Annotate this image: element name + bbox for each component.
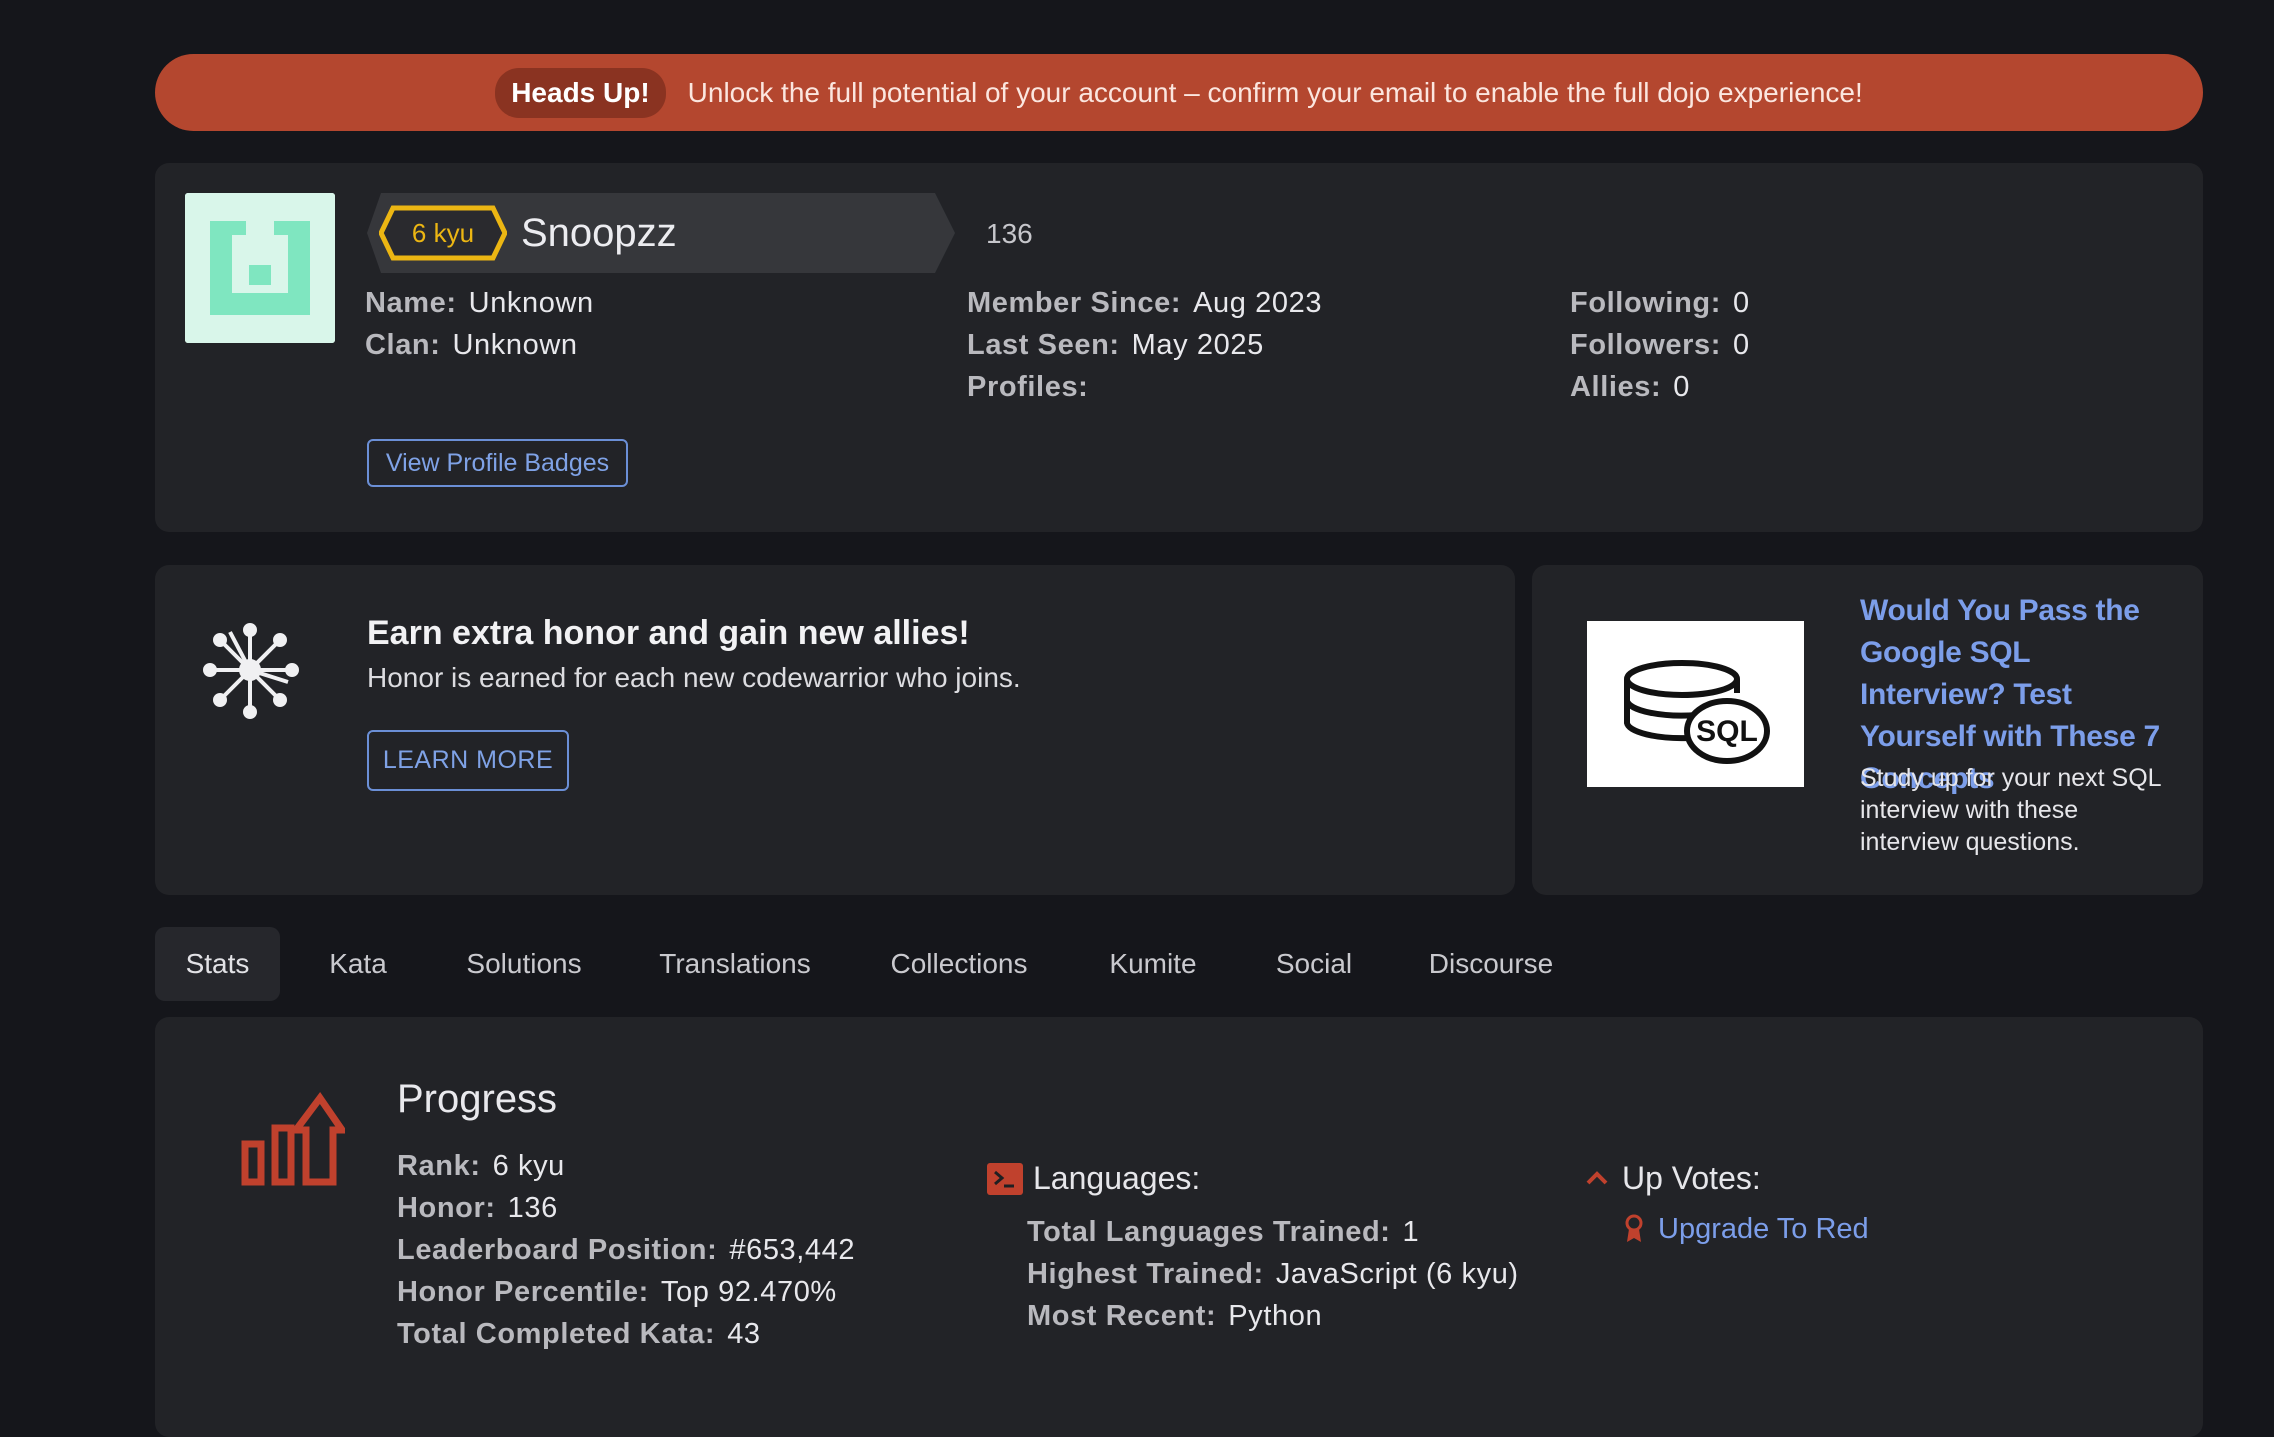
tab-solutions[interactable]: Solutions bbox=[452, 927, 596, 1001]
svg-text:SQL: SQL bbox=[1696, 715, 1758, 748]
honor-count: 136 bbox=[986, 218, 1033, 249]
info-row-profiles: Profiles: bbox=[967, 371, 1089, 403]
info-row-followers[interactable]: Followers: 0 bbox=[1570, 324, 1750, 366]
progress-row-leaderboard: Leaderboard Position: #653,442 bbox=[397, 1234, 856, 1266]
network-icon bbox=[200, 620, 300, 725]
user-name-banner: 6 kyu Snoopzz bbox=[367, 193, 955, 273]
info-row-member-since: Member Since: Aug 2023 bbox=[967, 287, 1323, 319]
rank-badge: 6 kyu bbox=[379, 205, 507, 261]
upgrade-to-red-link[interactable]: Upgrade To Red bbox=[1658, 1213, 1869, 1246]
progress-list: Rank: 6 kyu Honor: 136 Leaderboard Positio… bbox=[397, 1145, 855, 1355]
progress-row-completed: Total Completed Kata: 43 bbox=[397, 1318, 761, 1350]
progress-row-rank: Rank: 6 kyu bbox=[397, 1150, 565, 1182]
languages-list: Total Languages Trained: 1 Highest Traine… bbox=[1027, 1211, 1519, 1337]
chevron-up-icon bbox=[1585, 1168, 1609, 1193]
info-row-allies[interactable]: Allies: 0 bbox=[1570, 366, 1750, 408]
referral-subtitle: Honor is earned for each new codewarrior… bbox=[367, 662, 1021, 693]
heads-up-badge: Heads Up! bbox=[495, 67, 666, 118]
info-row-last-seen: Last Seen: May 2025 bbox=[967, 329, 1264, 361]
sql-database-icon: SQL bbox=[1624, 660, 1770, 764]
upvotes-title: Up Votes: bbox=[1622, 1160, 1761, 1196]
progress-row-percentile: Honor Percentile: Top 92.470% bbox=[397, 1276, 837, 1308]
info-row-name: Name: Unknown bbox=[365, 287, 594, 319]
progress-chart-icon bbox=[240, 1092, 349, 1193]
referral-title: Earn extra honor and gain new allies! bbox=[367, 614, 970, 652]
username: Snoopzz bbox=[521, 210, 677, 255]
info-row-clan: Clan: Unknown bbox=[365, 329, 578, 361]
view-profile-badges-button[interactable]: View Profile Badges bbox=[367, 439, 628, 487]
tab-discourse[interactable]: Discourse bbox=[1414, 927, 1568, 1001]
tab-collections[interactable]: Collections bbox=[873, 927, 1045, 1001]
avatar bbox=[185, 193, 335, 343]
rank-label: 6 kyu bbox=[411, 218, 475, 248]
terminal-icon bbox=[987, 1163, 1023, 1200]
info-row-following[interactable]: Following: 0 bbox=[1570, 282, 1750, 324]
tab-stats[interactable]: Stats bbox=[155, 927, 280, 1001]
ad-description: Study up for your next SQL interview wit… bbox=[1860, 764, 2161, 856]
tab-translations[interactable]: Translations bbox=[645, 927, 825, 1001]
progress-row-honor: Honor: 136 bbox=[397, 1192, 558, 1224]
language-row-recent: Most Recent: Python bbox=[1027, 1300, 1323, 1332]
progress-title: Progress bbox=[397, 1077, 558, 1121]
language-row-highest: Highest Trained: JavaScript (6 kyu) bbox=[1027, 1258, 1519, 1290]
tab-social[interactable]: Social bbox=[1262, 927, 1366, 1001]
profile-info-col3: Following: 0 Followers: 0 Allies: 0 bbox=[1570, 282, 1750, 408]
email-confirm-banner: Heads Up! Unlock the full potential of y… bbox=[155, 54, 2203, 131]
sql-ad-image[interactable]: SQL bbox=[1587, 621, 1804, 787]
language-row-total: Total Languages Trained: 1 bbox=[1027, 1216, 1420, 1248]
banner-message: Unlock the full potential of your accoun… bbox=[687, 76, 1863, 108]
languages-title: Languages: bbox=[1033, 1160, 1201, 1196]
ribbon-icon bbox=[1624, 1214, 1644, 1249]
learn-more-button[interactable]: LEARN MORE bbox=[367, 730, 569, 791]
profile-info-col2: Member Since: Aug 2023 Last Seen: May 2025… bbox=[967, 282, 1322, 408]
tab-kumite[interactable]: Kumite bbox=[1094, 927, 1212, 1001]
identicon-icon bbox=[185, 193, 335, 343]
profile-info-col1: Name: Unknown Clan: Unknown bbox=[365, 282, 594, 366]
tab-kata[interactable]: Kata bbox=[308, 927, 408, 1001]
